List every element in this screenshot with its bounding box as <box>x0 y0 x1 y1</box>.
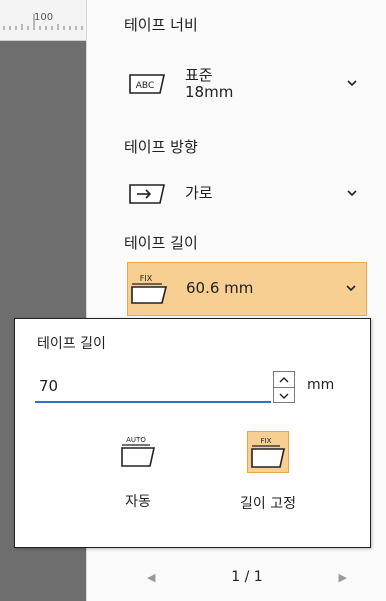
auto-length-option[interactable]: AUTO 자동 <box>93 431 183 521</box>
tape-direction-dropdown[interactable]: 가로 <box>127 168 367 220</box>
ruler-number: 100 <box>34 12 54 23</box>
page-navigator: ◀ 1 / 1 ▶ <box>147 566 347 588</box>
chevron-down-icon <box>347 190 357 197</box>
svg-text:FIX: FIX <box>140 274 153 283</box>
tape-length-popup: 테이프 길이 mm AUTO 자동 FIX 길이 고정 <box>14 318 371 548</box>
auto-length-label: 자동 <box>125 494 151 510</box>
horizontal-arrow-icon <box>127 179 169 209</box>
abc-tape-icon: ABC <box>127 69 169 99</box>
auto-length-icon: AUTO <box>118 431 158 471</box>
fixed-length-icon: FIX <box>247 431 289 473</box>
tape-width-dropdown[interactable]: ABC 표준 18mm <box>127 58 367 110</box>
tape-width-label: 테이프 너비 <box>124 16 198 34</box>
tape-direction-value: 가로 <box>185 184 213 203</box>
next-page-icon[interactable]: ▶ <box>339 571 347 584</box>
page-indicator: 1 / 1 <box>231 569 263 585</box>
tape-width-value: 표준 <box>185 65 213 84</box>
caret-down-icon <box>279 393 289 399</box>
popup-title: 테이프 길이 <box>37 336 106 352</box>
length-spinner[interactable] <box>273 371 295 403</box>
tape-width-size: 18mm <box>185 83 234 101</box>
ruler: 100 <box>0 0 86 41</box>
tape-length-label: 테이프 길이 <box>124 234 198 252</box>
prev-page-icon[interactable]: ◀ <box>147 571 155 584</box>
svg-text:FIX: FIX <box>261 437 272 445</box>
tape-length-input[interactable] <box>35 371 271 403</box>
tape-length-dropdown[interactable]: FIX 60.6 mm <box>127 262 367 316</box>
chevron-down-icon <box>347 80 357 87</box>
chevron-down-icon <box>346 285 356 292</box>
tape-length-value: 60.6 mm <box>186 279 254 298</box>
caret-up-icon <box>279 376 289 382</box>
spin-down-button[interactable] <box>274 387 294 403</box>
spin-up-button[interactable] <box>274 372 294 387</box>
svg-text:ABC: ABC <box>136 81 154 91</box>
unit-label: mm <box>307 377 335 393</box>
fix-length-icon: FIX <box>128 274 170 304</box>
svg-text:AUTO: AUTO <box>126 436 146 444</box>
tape-direction-label: 테이프 방향 <box>124 138 198 156</box>
fixed-length-label: 길이 고정 <box>240 496 296 512</box>
fixed-length-option[interactable]: FIX 길이 고정 <box>223 431 313 521</box>
